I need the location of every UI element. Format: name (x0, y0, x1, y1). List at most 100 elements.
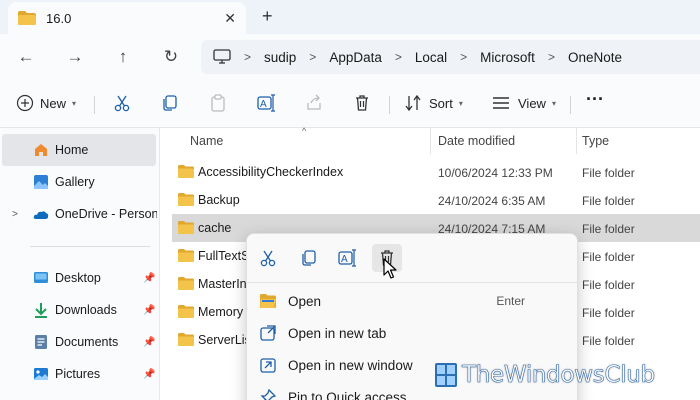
sort-label: Sort (429, 95, 453, 111)
sidebar-item-label: Pictures (55, 367, 101, 381)
copy-button[interactable] (161, 94, 179, 112)
menu-item-label: Pin to Quick access (288, 389, 407, 400)
more-options-button[interactable]: ··· (586, 89, 604, 110)
column-header-type[interactable]: Type (582, 134, 609, 148)
cut-icon (114, 95, 130, 112)
file-type: File folder (582, 166, 635, 180)
column-divider[interactable] (576, 128, 577, 154)
folder-icon (178, 277, 194, 290)
sort-button[interactable]: Sort ▾ (404, 94, 463, 112)
navigation-pane: Home Gallery > OneDrive - Personal Deskt… (0, 128, 160, 400)
sidebar-item-label: Home (55, 143, 89, 157)
chevron-right-icon: > (547, 50, 555, 64)
sidebar-item-label: Downloads (55, 303, 117, 317)
delete-icon (356, 95, 368, 111)
breadcrumb-item[interactable]: Local (415, 50, 447, 65)
tab-bar: 16.0 ✕ + (0, 0, 700, 34)
sidebar-item-onedrive[interactable]: > OneDrive - Personal (0, 198, 160, 230)
paste-button[interactable] (209, 94, 227, 112)
context-cut-button[interactable] (253, 244, 283, 272)
pin-icon[interactable]: 📌 (143, 337, 155, 348)
breadcrumb-item[interactable]: OneNote (568, 50, 622, 65)
file-name: AccessibilityCheckerIndex (198, 165, 344, 179)
table-row[interactable]: Backup 24/10/2024 6:35 AM File folder (172, 186, 700, 214)
table-row[interactable]: AccessibilityCheckerIndex 10/06/2024 12:… (172, 158, 700, 186)
watermark-text: TheWindowsClub (462, 362, 656, 389)
column-header-date[interactable]: Date modified (438, 134, 515, 148)
menu-item-label: Open in new tab (288, 325, 387, 341)
home-icon (35, 144, 47, 156)
share-button[interactable] (305, 94, 323, 112)
chevron-right-icon: > (460, 50, 468, 64)
breadcrumb-item[interactable]: AppData (329, 50, 382, 65)
chevron-right-icon[interactable]: > (12, 209, 18, 220)
breadcrumb-item[interactable]: Microsoft (480, 50, 535, 65)
file-name: ServerLis (198, 333, 251, 347)
cut-button[interactable] (113, 94, 131, 112)
tab-16-0[interactable]: 16.0 ✕ (8, 2, 246, 34)
rename-icon: A (338, 249, 356, 267)
svg-text:A: A (260, 99, 267, 110)
breadcrumb-item[interactable]: sudip (264, 50, 296, 65)
divider (94, 96, 95, 114)
cut-icon (260, 250, 276, 267)
file-date: 10/06/2024 12:33 PM (438, 166, 553, 180)
file-type: File folder (582, 250, 635, 264)
context-rename-button[interactable]: A (333, 244, 363, 272)
back-button[interactable]: ← (14, 46, 38, 68)
pictures-icon (34, 368, 48, 380)
desktop-icon (34, 272, 48, 283)
menu-item-label: Open in new window (288, 357, 413, 373)
new-window-icon (260, 358, 276, 373)
file-name: Backup (198, 193, 240, 207)
mouse-pointer-icon (383, 258, 397, 279)
new-tab-icon (260, 325, 276, 341)
file-type: File folder (582, 194, 635, 208)
folder-icon (178, 221, 194, 234)
new-button[interactable]: New ▾ (16, 94, 76, 112)
column-divider[interactable] (430, 128, 431, 154)
file-date: 24/10/2024 6:35 AM (438, 194, 546, 208)
context-copy-button[interactable] (294, 244, 324, 272)
folder-open-icon (260, 294, 276, 308)
pin-icon[interactable]: 📌 (143, 273, 155, 284)
sidebar-item-label: Desktop (55, 271, 101, 285)
folder-icon (178, 249, 194, 262)
share-icon (307, 94, 321, 110)
sidebar-item-label: Gallery (55, 175, 95, 189)
view-icon (493, 97, 509, 109)
new-label: New (40, 95, 67, 111)
address-row: ← → ↑ ↻ > sudip > AppData > Local > Micr… (0, 34, 700, 80)
address-bar[interactable]: > sudip > AppData > Local > Microsoft > … (201, 40, 700, 74)
rename-button[interactable]: A (257, 94, 277, 112)
sidebar-item-desktop[interactable]: Desktop 📌 (0, 262, 160, 294)
svg-text:A: A (341, 254, 348, 265)
file-type: File folder (582, 222, 635, 236)
sidebar-item-gallery[interactable]: Gallery (0, 166, 160, 198)
paste-icon (211, 94, 225, 112)
delete-button[interactable] (353, 94, 371, 112)
pin-icon[interactable]: 📌 (143, 369, 155, 380)
new-tab-button[interactable]: + (262, 6, 273, 27)
sidebar-item-downloads[interactable]: Downloads 📌 (0, 294, 160, 326)
column-header-name[interactable]: Name (190, 134, 223, 148)
view-button[interactable]: View ▾ (492, 94, 556, 112)
up-button[interactable]: ↑ (111, 46, 135, 68)
sidebar-item-documents[interactable]: Documents 📌 (0, 326, 160, 358)
menu-item-open[interactable]: Open Enter (247, 285, 579, 317)
pin-icon[interactable]: 📌 (143, 305, 155, 316)
menu-item-open-new-tab[interactable]: Open in new tab (247, 317, 579, 349)
file-type: File folder (582, 334, 635, 348)
close-tab-icon[interactable]: ✕ (224, 10, 236, 27)
forward-button[interactable]: → (63, 46, 87, 68)
chevron-down-icon: ▾ (551, 98, 556, 108)
sidebar-item-home[interactable]: Home (2, 134, 156, 166)
sidebar-item-pictures[interactable]: Pictures 📌 (0, 358, 160, 390)
file-name: Memory (198, 305, 244, 319)
refresh-button[interactable]: ↻ (159, 46, 183, 68)
pin-icon (260, 389, 276, 400)
downloads-icon (35, 303, 47, 318)
file-name: MasterIn (198, 277, 247, 291)
computer-icon (213, 49, 231, 64)
sort-icon (405, 94, 421, 112)
